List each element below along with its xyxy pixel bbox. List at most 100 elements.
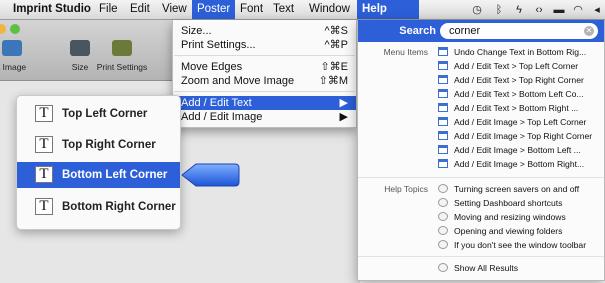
menu-text[interactable]: Text [268, 0, 299, 19]
submenu-item-bottom-right[interactable]: T Bottom Right Corner [17, 194, 180, 220]
submenu-item-label: Top Left Corner [62, 108, 148, 120]
submenu-arrow-icon: ▶ [339, 111, 348, 123]
menu-item-zoom-move-image[interactable]: Zoom and Move Image ⇧⌘M [173, 74, 356, 88]
result-label: Add / Edit Image > Top Left Corner [454, 117, 587, 127]
menu-item-move-edges[interactable]: Move Edges ⇧⌘E [173, 60, 356, 74]
help-result-menu-item[interactable]: Add / Edit Text > Top Right Corner [438, 74, 602, 86]
help-result-menu-item[interactable]: Undo Change Text in Bottom Rig... [438, 46, 602, 58]
menu-item-icon [438, 159, 448, 168]
menu-window[interactable]: Window [304, 0, 355, 19]
help-topic-icon [438, 198, 448, 207]
menu-item-add-edit-text[interactable]: Add / Edit Text ▶ [173, 96, 356, 110]
menu-item-icon [438, 145, 448, 154]
menu-file[interactable]: File [94, 0, 123, 19]
menu-item-shortcut: ⇧⌘M [318, 75, 348, 87]
app-menu[interactable]: Imprint Studio [8, 0, 96, 19]
toolbar-print-settings-label: Print Settings [96, 62, 148, 72]
submenu-item-top-right[interactable]: T Top Right Corner [17, 132, 180, 158]
help-result-topic[interactable]: Opening and viewing folders [438, 225, 602, 237]
menu-items-section-label: Menu Items [383, 47, 428, 57]
help-result-topic[interactable]: If you don't see the window toolbar [438, 239, 602, 251]
help-result-menu-item[interactable]: Add / Edit Image > Top Left Corner [438, 116, 602, 128]
menu-item-add-edit-image[interactable]: Add / Edit Image ▶ [173, 110, 356, 124]
clear-search-icon[interactable]: ✕ [584, 26, 594, 36]
result-label: Add / Edit Image > Bottom Left ... [454, 145, 581, 155]
toolbar-print-settings-button[interactable]: Print Settings [92, 34, 152, 74]
power-icon[interactable]: ϟ [512, 2, 526, 18]
menu-item-size[interactable]: Size... ^⌘S [173, 24, 356, 38]
help-result-menu-item[interactable]: Add / Edit Text > Top Left Corner [438, 60, 602, 72]
text-icon: T [35, 105, 53, 122]
menu-item-icon [438, 103, 448, 112]
help-result-topic[interactable]: Setting Dashboard shortcuts [438, 197, 602, 209]
menu-edit[interactable]: Edit [125, 0, 155, 19]
menu-item-shortcut: ⇧⌘E [320, 61, 348, 73]
text-icon: T [35, 166, 53, 183]
sync-icon[interactable]: ‹› [532, 2, 546, 18]
zoom-button[interactable] [10, 24, 20, 34]
menu-separator [174, 91, 355, 92]
result-label: Opening and viewing folders [454, 226, 563, 236]
submenu-item-bottom-left[interactable]: T Bottom Left Corner [17, 162, 180, 188]
bluetooth-icon[interactable]: ᛒ [492, 2, 506, 18]
show-all-results[interactable]: Show All Results [438, 262, 602, 274]
submenu-item-label: Bottom Right Corner [62, 201, 176, 213]
volume-icon[interactable]: ◂ [590, 2, 604, 18]
help-topic-icon [438, 226, 448, 235]
text-icon: T [35, 136, 53, 153]
menu-poster[interactable]: Poster [192, 0, 236, 19]
menu-item-icon [438, 117, 448, 126]
help-result-menu-item[interactable]: Add / Edit Text > Bottom Right ... [438, 102, 602, 114]
show-all-results-label: Show All Results [454, 263, 519, 273]
menu-item-shortcut: ^⌘P [324, 39, 349, 51]
menu-item-shortcut: ^⌘S [324, 25, 349, 37]
result-label: Turning screen savers on and off [454, 184, 580, 194]
menu-font[interactable]: Font [235, 0, 268, 19]
help-result-menu-item[interactable]: Add / Edit Image > Bottom Left ... [438, 144, 602, 156]
image-icon [2, 40, 22, 56]
result-label: Add / Edit Text > Top Right Corner [454, 75, 584, 85]
submenu-item-label: Bottom Left Corner [62, 169, 168, 181]
help-pointer-arrow-icon [181, 163, 240, 187]
menu-bar: Imprint Studio File Edit View Poster Fon… [0, 0, 605, 20]
menu-item-label: Zoom and Move Image [181, 75, 295, 87]
wifi-icon[interactable]: ◠ [571, 2, 585, 18]
menu-item-print-settings[interactable]: Print Settings... ^⌘P [173, 38, 356, 52]
result-label: Add / Edit Image > Top Right Corner [454, 131, 593, 141]
toolbar-image-label: t Image [0, 62, 27, 72]
help-result-menu-item[interactable]: Add / Edit Image > Top Right Corner [438, 130, 602, 142]
search-label: Search [399, 25, 436, 37]
text-position-submenu: T Top Left Corner T Top Right Corner T B… [16, 95, 181, 230]
menu-item-label: Add / Edit Image [181, 111, 263, 123]
help-result-menu-item[interactable]: Add / Edit Image > Bottom Right... [438, 158, 602, 170]
text-icon: T [35, 198, 53, 215]
help-result-menu-item[interactable]: Add / Edit Text > Bottom Left Co... [438, 88, 602, 100]
result-label: Add / Edit Text > Bottom Left Co... [454, 89, 584, 99]
menu-item-icon [438, 89, 448, 98]
menu-item-icon [438, 131, 448, 140]
result-label: Setting Dashboard shortcuts [454, 198, 563, 208]
help-topic-icon [438, 240, 448, 249]
submenu-item-top-left[interactable]: T Top Left Corner [17, 101, 180, 127]
help-search-row: Search ✕ [358, 20, 604, 42]
menu-item-icon [438, 61, 448, 70]
submenu-arrow-icon: ▶ [339, 97, 348, 109]
result-label: Add / Edit Text > Top Left Corner [454, 61, 579, 71]
help-search-input[interactable] [440, 23, 598, 39]
menu-help[interactable]: Help [357, 0, 419, 19]
help-result-topic[interactable]: Moving and resizing windows [438, 211, 602, 223]
toolbar-image-button[interactable]: t Image [0, 34, 42, 74]
menu-item-label: Size... [181, 25, 212, 37]
result-label: Undo Change Text in Bottom Rig... [454, 47, 587, 57]
help-result-topic[interactable]: Turning screen savers on and off [438, 183, 602, 195]
poster-menu: Size... ^⌘S Print Settings... ^⌘P Move E… [172, 20, 357, 128]
minimize-button[interactable] [0, 24, 6, 34]
display-icon[interactable]: ▬ [552, 2, 566, 18]
menu-item-label: Print Settings... [181, 39, 256, 51]
menu-item-icon [438, 75, 448, 84]
menu-view[interactable]: View [157, 0, 192, 19]
app-toolbar: t Image Size Print Settings [0, 20, 180, 81]
result-label: If you don't see the window toolbar [454, 240, 587, 250]
time-machine-icon[interactable]: ◷ [470, 2, 484, 18]
help-topic-icon [438, 263, 448, 272]
